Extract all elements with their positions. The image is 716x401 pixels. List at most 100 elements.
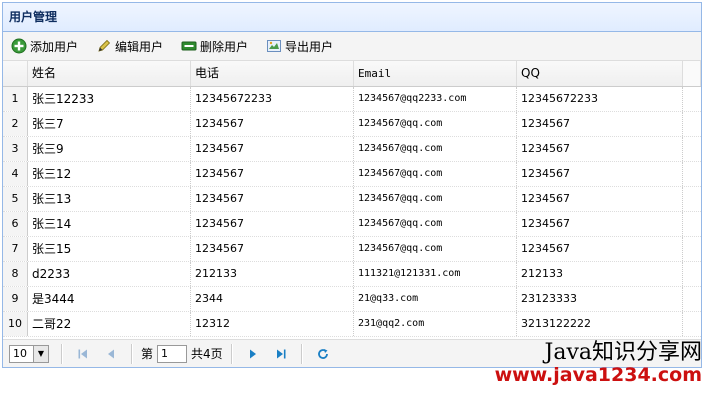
column-header-qq[interactable]: QQ [517,61,683,86]
pager-separator [300,343,303,364]
table-row[interactable]: 6 张三14 1234567 1234567@qq.com 1234567 [3,212,701,237]
phone-cell: 1234567 [191,187,354,211]
column-header-name[interactable]: 姓名 [28,61,191,86]
row-filler [683,87,701,111]
prev-page-button[interactable] [102,345,120,363]
email-cell: 1234567@qq.com [354,112,517,136]
qq-cell: 1234567 [517,162,683,186]
chevron-down-icon: ▼ [33,345,48,362]
email-cell: 1234567@qq.com [354,137,517,161]
table-row[interactable]: 10 二哥22 12312 231@qq2.com 3213122222 [3,312,701,337]
table-row[interactable]: 1 张三12233 12345672233 1234567@qq2233.com 123… [3,87,701,112]
next-page-icon [249,349,256,358]
column-header-phone[interactable]: 电话 [191,61,354,86]
first-page-button[interactable] [74,345,92,363]
qq-cell: 12345672233 [517,87,683,111]
phone-cell: 2344 [191,287,354,311]
export-user-label: 导出用户 [285,39,334,54]
qq-cell: 1234567 [517,237,683,261]
name-cell: 张三12 [28,162,191,186]
qq-cell: 1234567 [517,112,683,136]
qq-cell: 1234567 [517,212,683,236]
pencil-icon [96,38,112,54]
remove-user-button[interactable]: 删除用户 [181,38,248,55]
email-cell: 1234567@qq2233.com [354,87,517,111]
add-user-button[interactable]: 添加用户 [11,38,78,55]
phone-cell: 1234567 [191,237,354,261]
name-cell: d2233 [28,262,191,286]
export-user-button[interactable]: 导出用户 [266,38,333,55]
email-cell: 111321@121331.com [354,262,517,286]
name-cell: 张三7 [28,112,191,136]
email-cell: 1234567@qq.com [354,212,517,236]
table-row[interactable]: 7 张三15 1234567 1234567@qq.com 1234567 [3,237,701,262]
name-cell: 张三12233 [28,87,191,111]
row-number-cell: 4 [3,162,28,186]
table-row[interactable]: 9 是3444 2344 21@q33.com 23123333 [3,287,701,312]
remove-user-label: 删除用户 [200,39,249,54]
phone-cell: 1234567 [191,137,354,161]
table-row[interactable]: 8 d2233 212133 111321@121331.com 212133 [3,262,701,287]
add-user-label: 添加用户 [30,39,79,54]
pager-separator [61,343,63,364]
last-page-icon [276,349,286,358]
row-number-cell: 8 [3,262,28,286]
qq-cell: 3213122222 [517,312,683,336]
refresh-icon [317,348,328,359]
first-page-icon [78,349,87,358]
pager-separator [131,343,133,364]
table-row[interactable]: 2 张三7 1234567 1234567@qq.com 1234567 [3,112,701,137]
name-cell: 张三14 [28,212,191,236]
page-number-input[interactable]: 1 [157,344,188,363]
prev-page-icon [108,349,114,358]
table-row[interactable]: 5 张三13 1234567 1234567@qq.com 1234567 [3,187,701,212]
watermark: Java知识分享网 www.java1234.com [495,342,702,385]
qq-cell: 212133 [517,262,683,286]
phone-cell: 12312 [191,312,354,336]
row-number-cell: 3 [3,137,28,161]
page-prefix: 第 [141,347,154,361]
edit-user-button[interactable]: 编辑用户 [96,38,163,55]
phone-cell: 1234567 [191,212,354,236]
next-page-button[interactable] [244,345,262,363]
phone-cell: 1234567 [191,162,354,186]
phone-cell: 212133 [191,262,354,286]
row-filler [683,237,701,261]
page-size-value: 10 [13,347,27,360]
row-number-cell: 6 [3,212,28,236]
toolbar: 添加用户 编辑用户 删除用户 导出用户 [3,32,701,61]
table-row[interactable]: 4 张三12 1234567 1234567@qq.com 1234567 [3,162,701,187]
qq-cell: 23123333 [517,287,683,311]
email-cell: 1234567@qq.com [354,237,517,261]
name-cell: 是3444 [28,287,191,311]
refresh-button[interactable] [314,345,332,363]
panel-title: 用户管理 [3,3,701,32]
row-number-cell: 9 [3,287,28,311]
row-filler [683,162,701,186]
column-header-email[interactable]: Email [354,61,517,86]
edit-user-label: 编辑用户 [115,39,164,54]
row-number-cell: 5 [3,187,28,211]
remove-icon [181,38,197,54]
page-total: 共4页 [191,347,223,361]
header-filler [683,61,701,86]
table-row[interactable]: 3 张三9 1234567 1234567@qq.com 1234567 [3,137,701,162]
row-number-cell: 1 [3,87,28,111]
user-grid: 姓名 电话 Email QQ 1 张三12233 12345672233 123456… [3,61,701,337]
name-cell: 二哥22 [28,312,191,336]
page-size-select[interactable]: 10 ▼ [9,344,49,363]
row-number-header [3,61,28,86]
email-cell: 21@q33.com [354,287,517,311]
row-filler [683,112,701,136]
qq-cell: 1234567 [517,187,683,211]
add-icon [11,38,27,54]
row-filler [683,137,701,161]
last-page-button[interactable] [272,345,290,363]
row-filler [683,187,701,211]
name-cell: 张三9 [28,137,191,161]
grid-header: 姓名 电话 Email QQ [3,61,701,87]
watermark-title: Java知识分享网 [544,340,702,365]
row-number-cell: 2 [3,112,28,136]
row-number-cell: 7 [3,237,28,261]
watermark-url: www.java1234.com [494,364,702,386]
